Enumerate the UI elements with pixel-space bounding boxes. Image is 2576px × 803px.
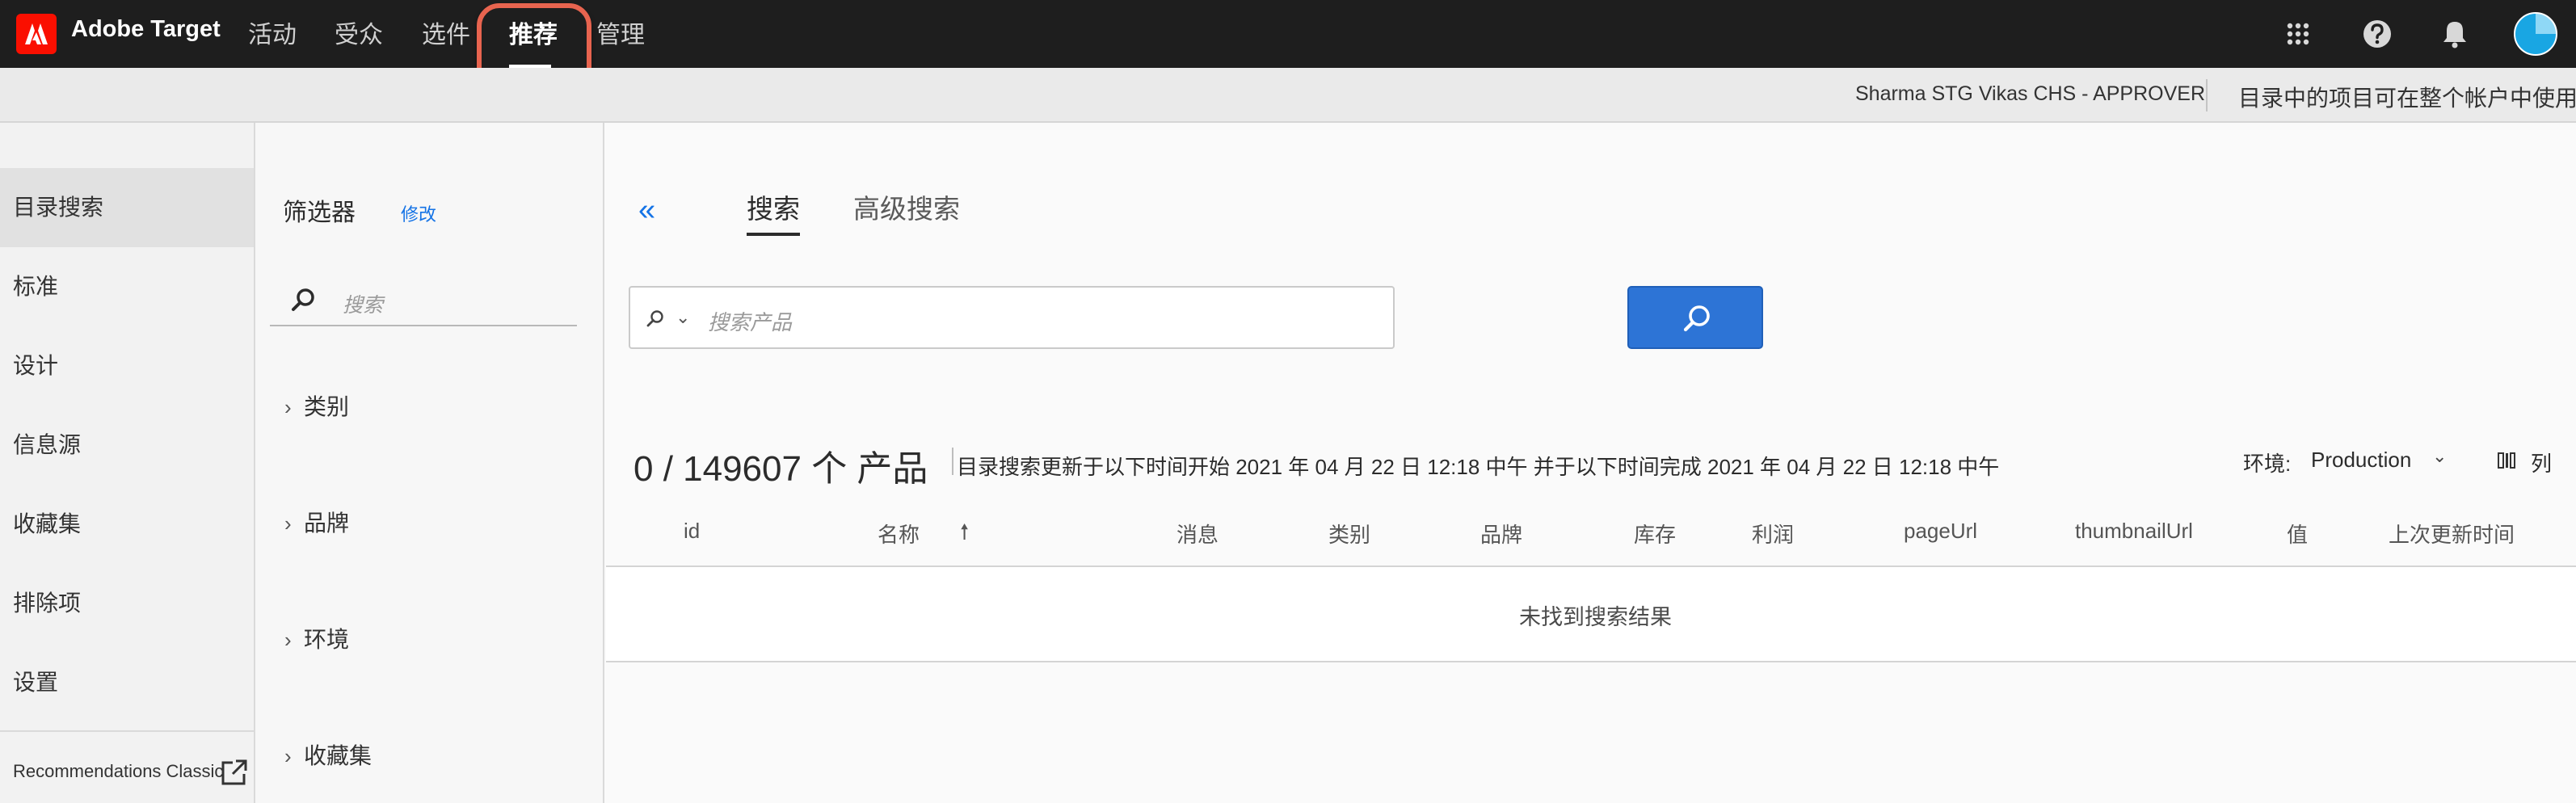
nav-item-administration[interactable]: 管理: [596, 15, 645, 50]
column-header-value[interactable]: 值: [2287, 519, 2308, 549]
app-name[interactable]: Adobe Target: [71, 16, 221, 43]
environment-select[interactable]: Production: [2311, 448, 2411, 473]
columns-button[interactable]: 列: [2531, 448, 2552, 477]
user-avatar[interactable]: [2513, 11, 2558, 57]
facet-label: 类别: [304, 394, 350, 419]
edit-filters-link[interactable]: 修改: [401, 200, 436, 226]
recommendations-classic-link[interactable]: Recommendations Classic: [13, 761, 223, 782]
tab-advanced-search[interactable]: 高级搜索: [853, 187, 960, 226]
environment-label: 环境:: [2243, 452, 2292, 476]
help-icon[interactable]: [2358, 15, 2397, 53]
product-search-placeholder: 搜索产品: [708, 310, 793, 334]
empty-results-message: 未找到搜索结果: [1519, 605, 1672, 629]
column-header-last-updated[interactable]: 上次更新时间: [2389, 519, 2515, 549]
sidebar-item-criteria[interactable]: 标准: [0, 247, 254, 326]
facet-category[interactable]: › 类别: [284, 389, 349, 422]
divider: [0, 730, 254, 732]
top-navigation-bar: Adobe Target 活动 受众 选件 推荐 管理: [0, 0, 2576, 68]
sidebar-item-exclusions[interactable]: 排除项: [0, 564, 254, 643]
chevron-down-icon[interactable]: ⌄: [676, 307, 690, 328]
chevron-down-icon[interactable]: ⌄: [2432, 446, 2447, 467]
facet-label: 品牌: [304, 511, 350, 536]
facet-label: 收藏集: [304, 743, 373, 768]
sub-header: Sharma STG Vikas CHS - APPROVER 目录中的项目可在…: [0, 68, 2576, 123]
notifications-bell-icon[interactable]: [2435, 15, 2474, 53]
facet-brand[interactable]: › 品牌: [284, 506, 349, 538]
sort-ascending-icon[interactable]: 🠕: [960, 517, 969, 553]
column-header-name[interactable]: 名称: [878, 519, 920, 549]
filter-search-input[interactable]: 搜索: [270, 275, 577, 326]
tab-search[interactable]: 搜索: [747, 187, 800, 226]
divider: [2206, 79, 2208, 111]
column-header-thumbnailurl[interactable]: thumbnailUrl: [2075, 519, 2193, 544]
product-count: 0 / 149607 个 产品: [633, 449, 928, 489]
catalog-scope-note: 目录中的项目可在整个帐户中使用: [2238, 86, 2576, 111]
column-header-margin[interactable]: 利润: [1752, 519, 1794, 549]
filter-search-placeholder: 搜索: [343, 294, 384, 317]
columns-icon[interactable]: [2497, 451, 2516, 470]
column-header-message[interactable]: 消息: [1176, 519, 1219, 549]
sidebar-item-settings[interactable]: 设置: [0, 643, 254, 722]
search-icon: [1683, 305, 1710, 332]
chevron-right-icon: ›: [284, 744, 292, 768]
main-content: « 搜索 高级搜索 ⌄ 搜索产品 0 / 149607 个 产品 目录搜索更新于…: [606, 123, 2576, 803]
sidebar-item-designs[interactable]: 设计: [0, 326, 254, 406]
column-header-pageurl[interactable]: pageUrl: [1904, 519, 1977, 544]
chevron-right-icon: ›: [284, 511, 292, 536]
filter-panel-title: 筛选器: [283, 200, 356, 226]
divider: [952, 448, 953, 475]
results-table-body: 未找到搜索结果: [606, 565, 2576, 662]
column-header-id[interactable]: id: [684, 519, 700, 544]
sidebar-item-feeds[interactable]: 信息源: [0, 406, 254, 485]
chevron-right-icon: ›: [284, 628, 292, 652]
nav-item-activities[interactable]: 活动: [248, 15, 297, 50]
active-tab-indicator: [747, 233, 800, 236]
search-icon: [292, 288, 314, 311]
nav-item-audiences[interactable]: 受众: [335, 15, 383, 50]
column-header-category[interactable]: 类别: [1328, 519, 1370, 549]
external-link-icon[interactable]: [220, 758, 249, 787]
recommendations-sidebar: 目录搜索 标准 设计 信息源 收藏集 排除项 设置 Recommendation…: [0, 123, 255, 803]
chevron-right-icon: ›: [284, 395, 292, 419]
sidebar-item-collections[interactable]: 收藏集: [0, 485, 254, 564]
column-header-brand[interactable]: 品牌: [1480, 519, 1522, 549]
facet-collections[interactable]: › 收藏集: [284, 738, 372, 771]
column-header-inventory[interactable]: 库存: [1634, 519, 1676, 549]
adobe-logo-icon[interactable]: [16, 14, 57, 54]
catalog-update-info: 目录搜索更新于以下时间开始 2021 年 04 月 22 日 12:18 中午 …: [957, 455, 2000, 479]
product-search-input[interactable]: ⌄ 搜索产品: [629, 286, 1395, 349]
facet-label: 环境: [304, 627, 350, 652]
search-icon: [646, 310, 663, 327]
sidebar-item-catalog-search[interactable]: 目录搜索: [0, 168, 254, 247]
filter-panel: 筛选器 修改 搜索 › 类别 › 品牌 › 环境 › 收藏集: [255, 123, 604, 803]
apps-grid-icon[interactable]: [2279, 15, 2317, 53]
search-button[interactable]: [1627, 286, 1763, 349]
nav-item-offers[interactable]: 选件: [422, 15, 470, 50]
nav-item-recommendations[interactable]: 推荐: [509, 15, 558, 50]
facet-environment[interactable]: › 环境: [284, 622, 349, 654]
collapse-panel-button[interactable]: «: [638, 194, 655, 226]
user-role-label: Sharma STG Vikas CHS - APPROVER: [1855, 82, 2205, 105]
